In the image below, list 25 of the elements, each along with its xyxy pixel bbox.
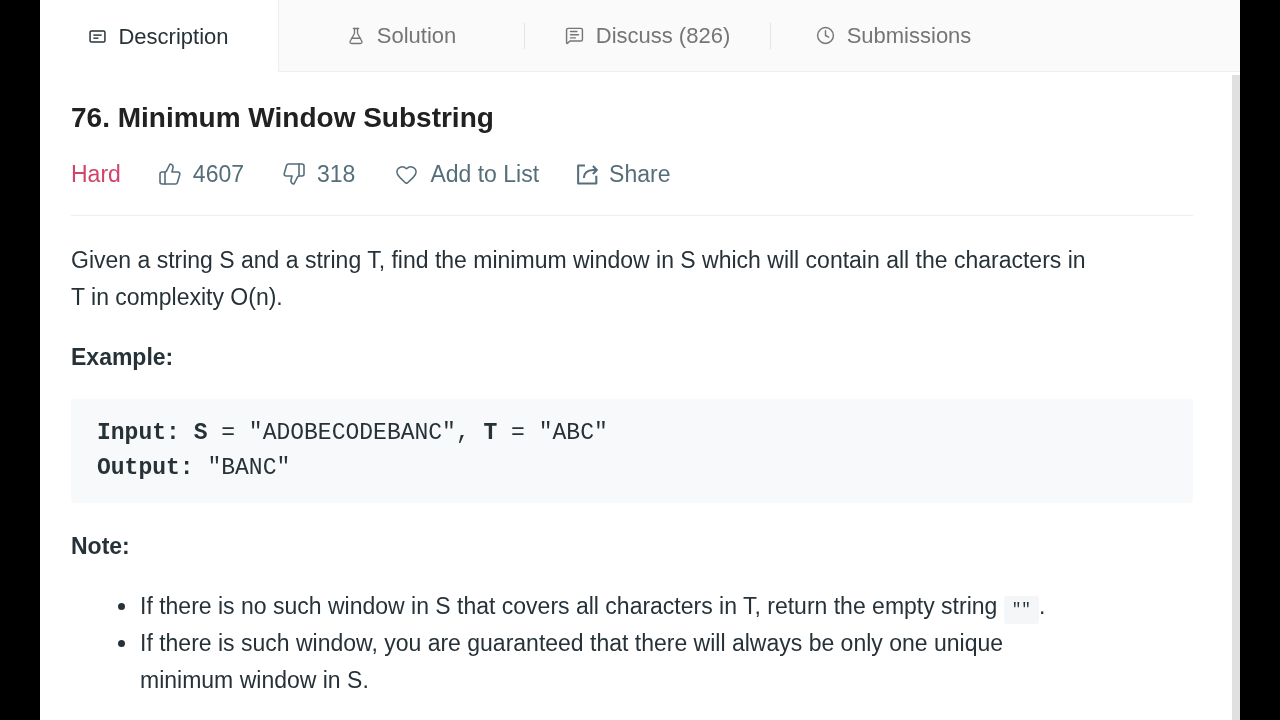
difficulty-label: Hard [71,159,121,189]
code-line: Input: S = "ADOBECODEBANC", T = "ABC" [97,419,608,448]
note-text: If there is no such window in S that covers all characters in T, return the empty string "" . [140,588,1075,625]
note-heading: Note: [71,532,130,561]
scrollbar[interactable] [1232,75,1240,720]
code-line: Output: "BANC" [97,454,291,483]
text-box-icon [89,29,107,43]
tab[interactable]: Description [40,0,279,72]
bullet-icon [118,603,125,610]
description-text: Given a string S and a string T, find the minimum window in S which will contain all the characters in T in complexity O(n). [71,246,1087,312]
thumbs-down-icon [282,162,307,186]
note-text: If there is such window, you are guaranteed that there will always be only one unique minimum window in S. [140,629,1005,695]
bullet-icon [118,640,125,647]
dislike-button[interactable]: 318 [282,156,356,192]
thumbs-up-icon [157,162,182,186]
example-heading: Example: [71,343,174,372]
comment-icon [564,26,584,45]
flask-icon [346,26,365,45]
like-button[interactable]: 4607 [157,156,245,192]
share-button[interactable]: Share [577,156,671,192]
add-to-list-button[interactable]: Add to List [395,156,540,192]
inline-code: "" [1003,596,1039,624]
clock-icon [815,26,835,45]
share-icon [577,163,599,185]
problem-title: 76. Minimum Window Substring [71,101,494,135]
